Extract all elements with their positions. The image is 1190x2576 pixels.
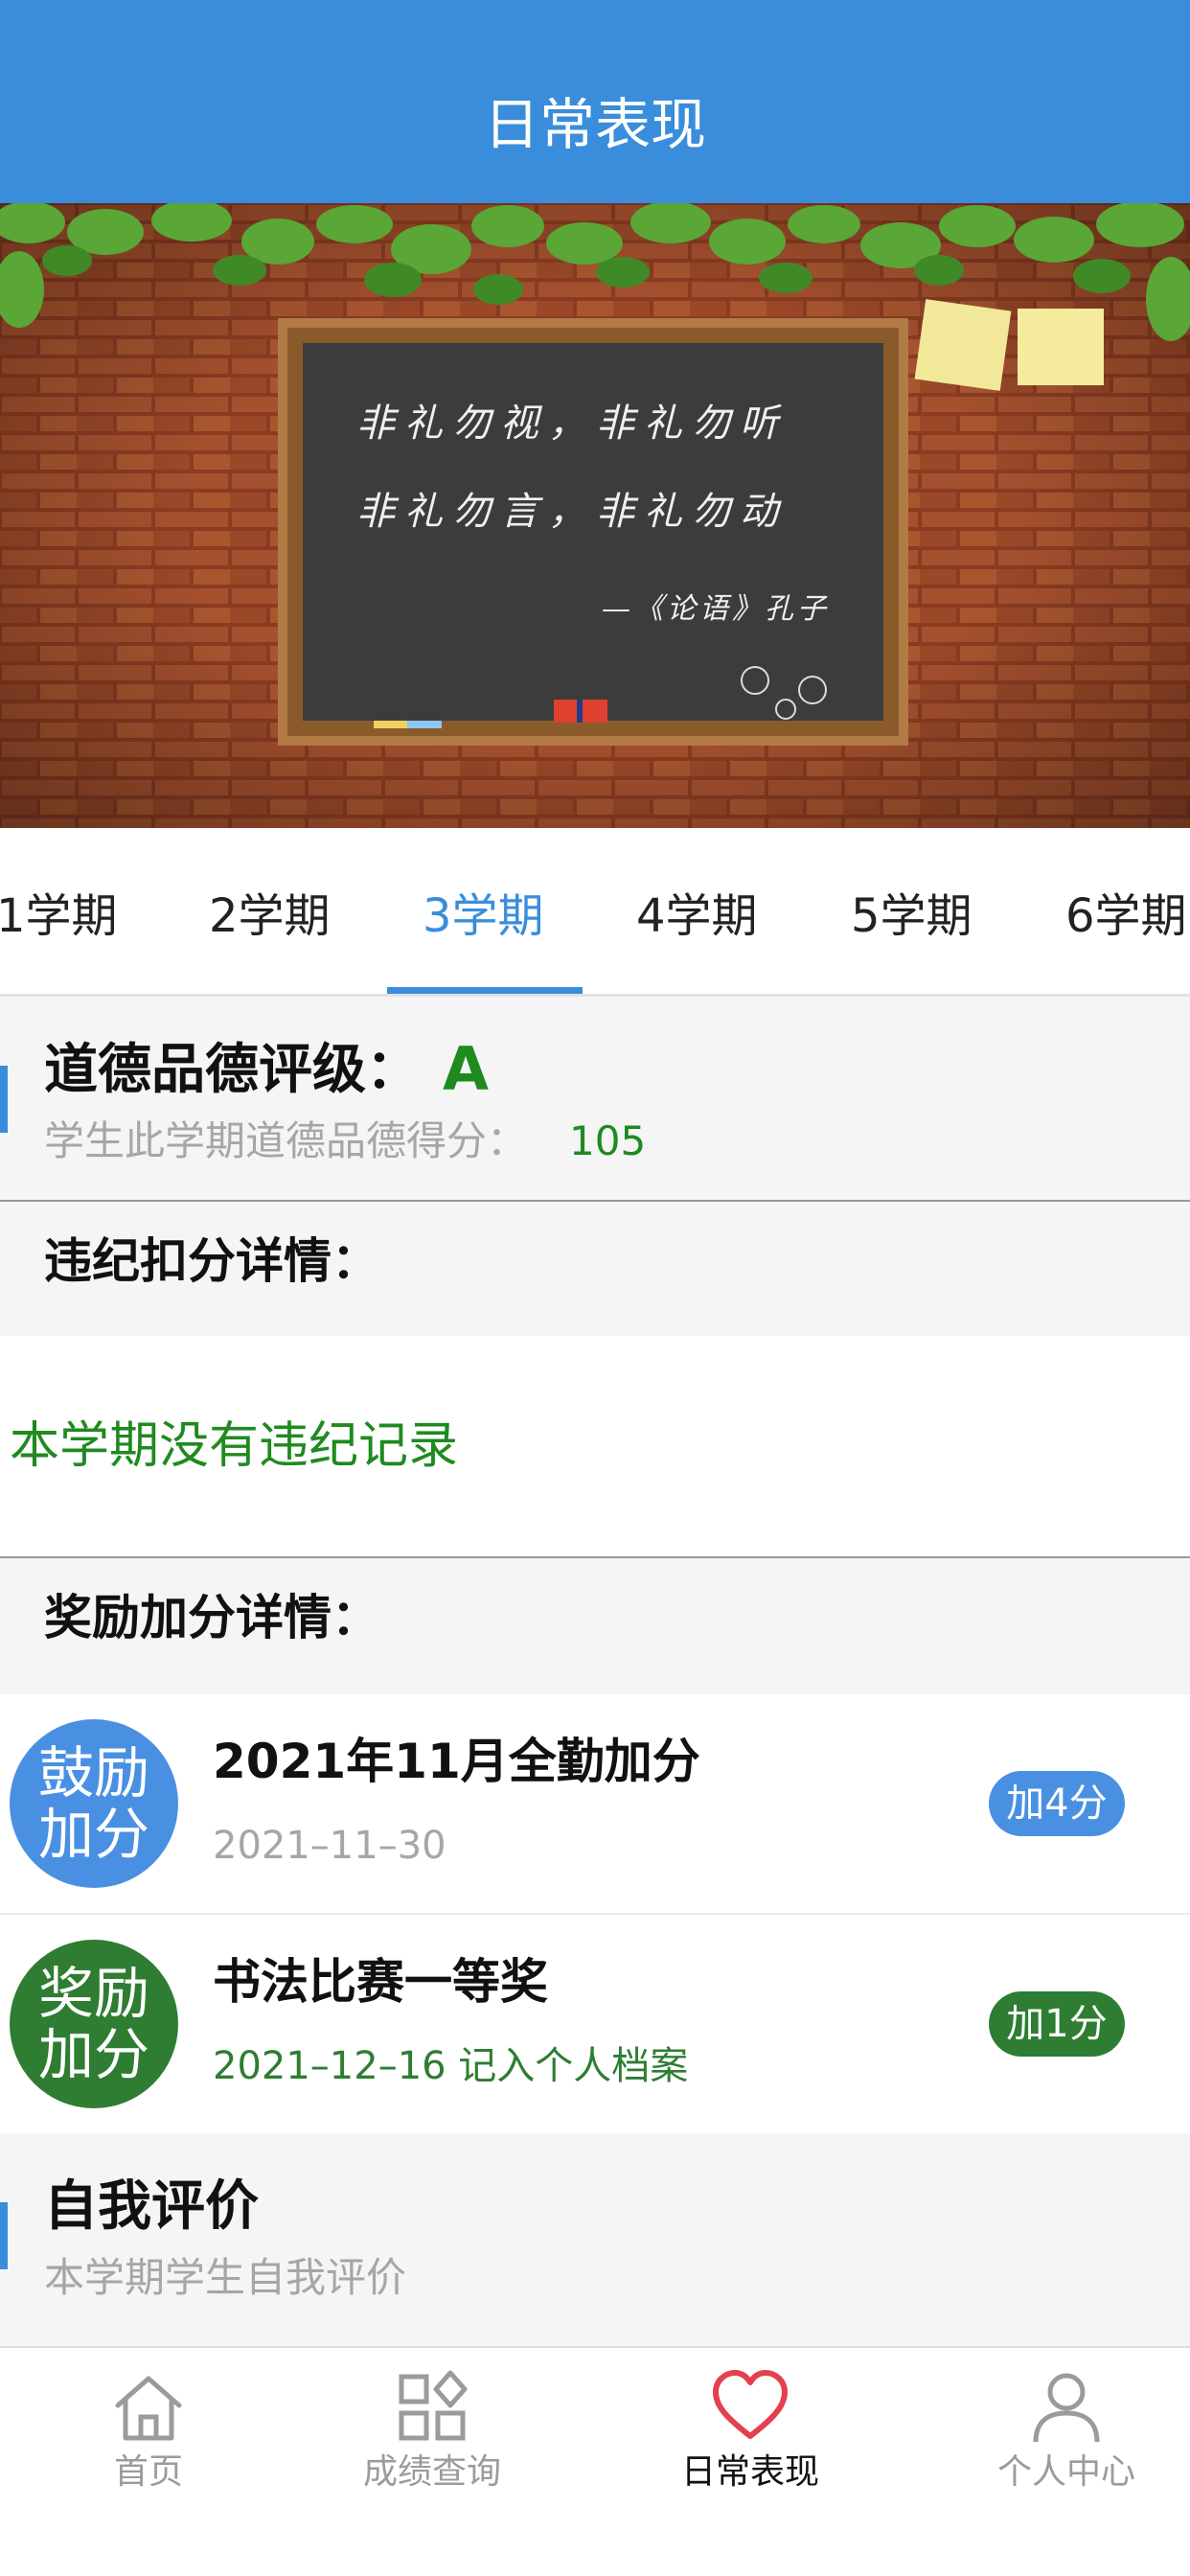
nav-label: 个人中心 [996, 2452, 1135, 2492]
reward-type-badge: 奖励 加分 [10, 1940, 178, 2108]
reward-points-badge: 加4分 [989, 1771, 1125, 1836]
app-header: 日常表现 [0, 0, 1190, 203]
reward-type-badge: 鼓励 加分 [10, 1719, 178, 1888]
reward-date: 2021–11–30 [213, 1824, 446, 1868]
moral-grade-value: A [443, 1034, 489, 1104]
nav-profile[interactable]: 个人中心 [918, 2348, 1190, 2501]
tab-semester-1[interactable]: 1学期 [0, 887, 118, 945]
page-title: 日常表现 [483, 92, 706, 157]
tab-semester-5[interactable]: 5学期 [851, 887, 973, 945]
badge-line2: 加分 [37, 1802, 149, 1867]
active-tab-indicator [387, 987, 583, 994]
banner-quote-line1: 非礼勿视，非礼勿听 [356, 402, 788, 446]
row-divider [0, 1913, 1190, 1915]
moral-grade-section: 道德品德评级： A 学生此学期道德品德得分： 105 [0, 997, 1190, 1200]
rewards-header: 奖励加分详情： [0, 1558, 1190, 1694]
nav-daily-performance[interactable]: 日常表现 [602, 2348, 899, 2501]
moral-score-value: 105 [569, 1117, 647, 1164]
self-evaluation-subtitle: 本学期学生自我评价 [44, 2254, 407, 2301]
nav-label: 首页 [113, 2452, 183, 2492]
tab-semester-6[interactable]: 6学期 [1065, 887, 1187, 945]
banner-image: 非礼勿视，非礼勿听 非礼勿言，非礼勿动 —《论语》孔子 [0, 203, 1190, 828]
violations-title: 违纪扣分详情： [44, 1233, 379, 1289]
no-violations-message: 本学期没有违纪记录 [10, 1417, 459, 1475]
nav-grades[interactable]: 成绩查询 [284, 2348, 581, 2501]
section-accent-bar [0, 1066, 8, 1133]
self-evaluation-title: 自我评价 [44, 2175, 259, 2238]
reward-date: 2021–12–16 记入个人档案 [213, 2044, 689, 2088]
violations-header: 违纪扣分详情： [0, 1202, 1190, 1336]
tab-semester-2[interactable]: 2学期 [209, 887, 331, 945]
moral-score-label: 学生此学期道德品德得分： [44, 1117, 528, 1164]
reward-title: 2021年11月全勤加分 [213, 1734, 700, 1789]
reward-title: 书法比赛一等奖 [213, 1954, 548, 2010]
moral-grade-title: 道德品德评级： [44, 1039, 420, 1101]
nav-label: 日常表现 [680, 2452, 819, 2492]
badge-line1: 奖励 [37, 1961, 149, 2026]
home-icon [115, 2376, 182, 2441]
heart-icon [713, 2370, 788, 2439]
nav-label: 成绩查询 [362, 2452, 501, 2492]
reward-points-badge: 加1分 [989, 1991, 1125, 2057]
rewards-title: 奖励加分详情： [44, 1590, 379, 1645]
tab-semester-4[interactable]: 4学期 [636, 887, 758, 945]
bottom-navigation: 首页 成绩查询 日常表现 个人中心 [0, 2346, 1190, 2576]
nav-home[interactable]: 首页 [0, 2348, 297, 2501]
grid-icon [399, 2370, 468, 2441]
user-icon [1033, 2373, 1100, 2443]
banner-quote-attribution: —《论语》孔子 [602, 592, 830, 626]
semester-tabs: 1学期 2学期 3学期 4学期 5学期 6学期 [0, 828, 1190, 997]
badge-line2: 加分 [37, 2022, 149, 2087]
badge-line1: 鼓励 [37, 1740, 149, 1806]
self-evaluation-section: 自我评价 本学期学生自我评价 [0, 2133, 1190, 2346]
tab-semester-3[interactable]: 3学期 [423, 887, 544, 945]
section-accent-bar [0, 2202, 8, 2269]
banner-quote-line2: 非礼勿言，非礼勿动 [356, 490, 788, 534]
